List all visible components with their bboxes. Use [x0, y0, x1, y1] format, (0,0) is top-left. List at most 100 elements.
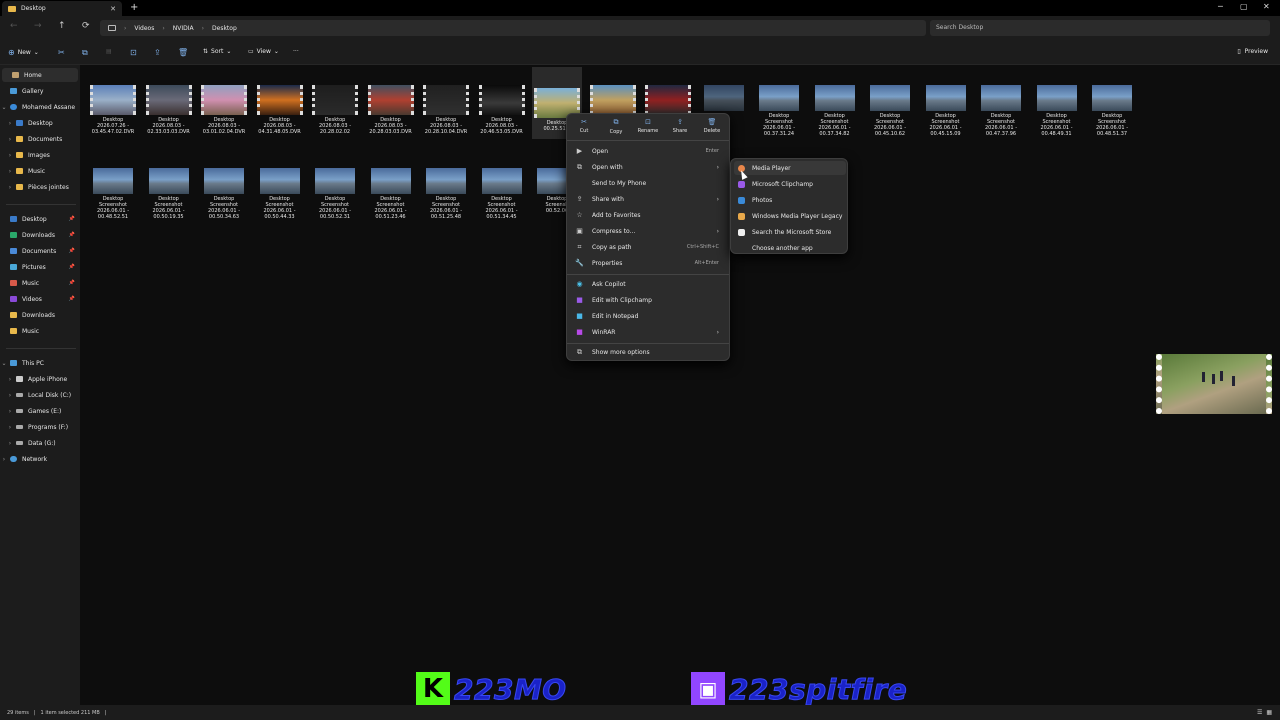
sidebar-item-local-disk-c[interactable]: › Local Disk (C:): [0, 388, 80, 402]
menu-item-compress-to[interactable]: ▣ Compress to... ›: [571, 224, 727, 238]
file-item[interactable]: Desktop Screenshot 2026.06.01 -00.50.34.6…: [199, 168, 249, 220]
tiles-view-icon[interactable]: ▦: [1266, 709, 1272, 716]
maximize-button[interactable]: ▢: [1240, 2, 1248, 11]
tab-desktop[interactable]: Desktop ✕: [2, 1, 122, 16]
file-item[interactable]: Desktop Screenshot 2026.06.01 -00.45.15.0…: [921, 85, 971, 137]
refresh-icon[interactable]: ⟳: [82, 21, 90, 31]
breadcrumb-nvidia[interactable]: NVIDIA: [173, 25, 194, 32]
file-item[interactable]: Desktop 2026.08.03 -20.28.03.03.DVR: [366, 85, 416, 135]
menu-item-send-to-phone[interactable]: Send to My Phone: [571, 176, 727, 190]
breadcrumb-desktop[interactable]: Desktop: [212, 25, 237, 32]
file-item[interactable]: Desktop Screenshot 2026.06.01 -00.51.23.4…: [366, 168, 416, 220]
paste-button[interactable]: ▤: [106, 48, 112, 55]
submenu-clipchamp[interactable]: Microsoft Clipchamp: [734, 177, 846, 191]
menu-item-open[interactable]: ▶ Open Enter: [571, 144, 727, 158]
sidebar-item-network[interactable]: › Network: [0, 452, 80, 466]
minimize-button[interactable]: ─: [1218, 2, 1223, 11]
quick-access-music[interactable]: Music 📌: [0, 276, 80, 290]
file-item[interactable]: Desktop Screenshot 2026.06.01 -00.47.37.9…: [976, 85, 1026, 137]
forward-arrow-icon[interactable]: →: [34, 21, 42, 31]
quick-access-pictures[interactable]: Pictures 📌: [0, 260, 80, 274]
sidebar-item-home[interactable]: Home: [2, 68, 78, 82]
menu-item-open-with[interactable]: ⧉ Open with ›: [571, 160, 727, 174]
menu-item-ask-copilot[interactable]: ◉ Ask Copilot: [571, 277, 727, 291]
sort-icon: ⇅: [203, 48, 209, 55]
sidebar-item-desktop[interactable]: › Desktop: [0, 116, 80, 130]
quick-action-share[interactable]: ⇪ Share: [665, 118, 695, 134]
delete-button[interactable]: 🗑: [178, 48, 188, 57]
submenu-choose-another-app[interactable]: Choose another app: [734, 241, 846, 255]
menu-item-edit-clipchamp[interactable]: ■ Edit with Clipchamp: [571, 293, 727, 307]
quick-action-cut[interactable]: ✂ Cut: [569, 118, 599, 134]
new-tab-button[interactable]: +: [130, 2, 138, 13]
file-item[interactable]: Desktop Screenshot 2026.06.01 -00.50.19.3…: [144, 168, 194, 220]
submenu-search-store[interactable]: Search the Microsoft Store: [734, 225, 846, 239]
more-options-button[interactable]: ···: [293, 48, 299, 55]
search-input[interactable]: Search Desktop: [930, 20, 1270, 36]
menu-item-add-to-favorites[interactable]: ☆ Add to Favorites: [571, 208, 727, 222]
quick-access-desktop[interactable]: Desktop 📌: [0, 212, 80, 226]
menu-item-share-with[interactable]: ⇪ Share with ›: [571, 192, 727, 206]
view-button[interactable]: ▭ View ⌄: [248, 48, 279, 55]
address-bar[interactable]: › Videos › NVIDIA › Desktop: [100, 20, 926, 36]
file-item[interactable]: Desktop 2026.08.03 -04.31.48.05.DVR: [255, 85, 305, 135]
more-options-icon: ⧉: [577, 347, 582, 356]
close-window-button[interactable]: ✕: [1263, 2, 1270, 11]
file-item[interactable]: Desktop 2026.07.26 -03.45.47.02.DVR: [88, 85, 138, 135]
quick-action-copy[interactable]: ⧉ Copy: [601, 118, 631, 135]
file-item[interactable]: Desktop Screenshot 2026.06.01 -00.48.51.3…: [1087, 85, 1137, 137]
submenu-wmp-legacy[interactable]: Windows Media Player Legacy: [734, 209, 846, 223]
copy-button[interactable]: ⧉: [82, 48, 88, 58]
file-item[interactable]: Desktop 2026.08.03 -02.33.03.03.DVR: [144, 85, 194, 135]
file-item[interactable]: Desktop 2026.08.03 -20.28.10.04.DVR: [421, 85, 471, 135]
sidebar-item-images[interactable]: › Images: [0, 148, 80, 162]
sidebar-item-apple-iphone[interactable]: › Apple iPhone: [0, 372, 80, 386]
file-item[interactable]: Desktop 2026.08.03 -03.01.02.04.DVR: [199, 85, 249, 135]
sidebar-item-games-e[interactable]: › Games (E:): [0, 404, 80, 418]
menu-item-copy-as-path[interactable]: ⌗ Copy as path Ctrl+Shift+C: [571, 240, 727, 254]
file-item[interactable]: Desktop Screenshot 2026.06.01 -00.51.25.4…: [421, 168, 471, 220]
sidebar-item-pieces-jointes[interactable]: › Pièces jointes: [0, 180, 80, 194]
file-item[interactable]: Desktop Screenshot 2026.06.01 -00.50.52.3…: [310, 168, 360, 220]
file-item[interactable]: Desktop Screenshot 2026.06.01 -00.45.10.6…: [865, 85, 915, 137]
submenu-photos[interactable]: Photos: [734, 193, 846, 207]
new-button[interactable]: ⊕ New ⌄: [8, 48, 39, 57]
sidebar-item-data-g[interactable]: › Data (G:): [0, 436, 80, 450]
quick-action-rename[interactable]: ⊡ Rename: [633, 118, 663, 134]
preview-pane-button[interactable]: ▯ Preview: [1237, 48, 1268, 55]
quick-access-music-2[interactable]: Music: [0, 324, 80, 338]
quick-access-downloads[interactable]: Downloads 📌: [0, 228, 80, 242]
sort-button[interactable]: ⇅ Sort ⌄: [203, 48, 231, 55]
file-item[interactable]: Desktop Screenshot 2026.06.01 -00.48.49.3…: [1032, 85, 1082, 137]
menu-item-show-more-options[interactable]: ⧉ Show more options: [571, 345, 727, 359]
sidebar-item-this-pc[interactable]: ⌄ This PC: [0, 356, 80, 370]
submenu-media-player[interactable]: Media Player: [734, 161, 846, 175]
menu-item-edit-notepad[interactable]: ■ Edit in Notepad: [571, 309, 727, 323]
cut-button[interactable]: ✂: [58, 48, 65, 57]
sidebar-item-documents[interactable]: › Documents: [0, 132, 80, 146]
details-view-icon[interactable]: ☰: [1257, 709, 1262, 716]
sidebar-item-programs-f[interactable]: › Programs (F:): [0, 420, 80, 434]
file-item[interactable]: Desktop 2026.08.03 -20.28.02.02: [310, 85, 360, 135]
breadcrumb-videos[interactable]: Videos: [134, 25, 154, 32]
file-item[interactable]: Desktop 2026.08.03 -20.46.53.05.DVR: [477, 85, 527, 135]
quick-access-videos[interactable]: Videos 📌: [0, 292, 80, 306]
file-item[interactable]: Desktop Screenshot 2026.06.01 -00.48.52.5…: [88, 168, 138, 220]
quick-action-delete[interactable]: 🗑 Delete: [697, 118, 727, 134]
sidebar-item-gallery[interactable]: Gallery: [0, 84, 80, 98]
menu-item-winrar[interactable]: ■ WinRAR ›: [571, 325, 727, 339]
back-arrow-icon[interactable]: ←: [10, 21, 18, 31]
quick-access-downloads-2[interactable]: Downloads: [0, 308, 80, 322]
quick-access-documents[interactable]: Documents 📌: [0, 244, 80, 258]
file-item[interactable]: Desktop Screenshot 2026.06.01 -00.51.34.4…: [477, 168, 527, 220]
file-item[interactable]: Desktop Screenshot 2026.06.01 -00.50.44.3…: [255, 168, 305, 220]
file-item[interactable]: Desktop Screenshot 2026.06.01 -00.37.34.8…: [810, 85, 860, 137]
up-arrow-icon[interactable]: ↑: [58, 21, 66, 31]
menu-item-properties[interactable]: 🔧 Properties Alt+Enter: [571, 256, 727, 270]
rename-button[interactable]: ⊡: [130, 48, 137, 57]
sidebar-item-music[interactable]: › Music: [0, 164, 80, 178]
sidebar-item-user[interactable]: ⌄ Mohamed Assane: [0, 100, 80, 114]
tab-close-icon[interactable]: ✕: [110, 5, 116, 13]
file-item[interactable]: Desktop Screenshot 2026.06.01 -00.37.31.2…: [754, 85, 804, 137]
share-button[interactable]: ⇪: [154, 48, 161, 57]
